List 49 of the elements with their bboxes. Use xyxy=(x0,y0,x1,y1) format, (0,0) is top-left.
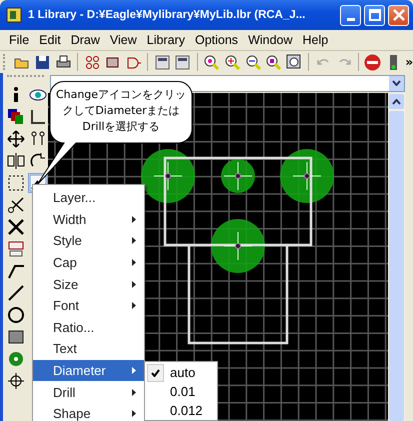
context-menu-item[interactable]: Drill xyxy=(33,381,144,403)
line-icon[interactable] xyxy=(6,283,26,303)
menu-item[interactable]: Edit xyxy=(34,33,66,47)
submenu-item[interactable]: 0.012 xyxy=(147,401,217,420)
menu-item[interactable]: Library xyxy=(142,33,190,47)
maximize-icon xyxy=(368,9,380,21)
menu-item[interactable]: View xyxy=(104,33,142,47)
menu-item[interactable]: File xyxy=(4,33,34,47)
delete-icon[interactable] xyxy=(6,217,26,237)
context-menu-item[interactable]: Size xyxy=(33,273,144,295)
context-menu-item[interactable]: Diameter xyxy=(33,360,144,382)
caret-icon xyxy=(392,80,401,86)
context-menu-item[interactable]: Style xyxy=(33,230,144,252)
close-button[interactable] xyxy=(388,4,409,26)
context-menu-item[interactable]: Font xyxy=(33,294,144,317)
zoom-in-icon[interactable] xyxy=(224,53,242,71)
submenu-item[interactable]: auto xyxy=(147,363,217,382)
context-menu-item[interactable]: Text xyxy=(33,338,144,360)
window-title: 1 Library - D:¥Eagle¥Mylibrary¥MyLib.lbr (RCA_J... xyxy=(28,9,306,21)
scissors-icon[interactable] xyxy=(6,195,26,215)
dropdown-button[interactable] xyxy=(389,76,404,90)
pad-icon[interactable] xyxy=(6,349,26,369)
layers-icon[interactable] xyxy=(6,107,26,127)
context-menu-item[interactable]: Shape xyxy=(33,402,144,421)
scroll-bar[interactable] xyxy=(388,93,405,421)
maximize-button[interactable] xyxy=(364,4,385,26)
menu-item[interactable]: Window xyxy=(243,33,298,47)
menu-item[interactable]: Draw xyxy=(66,33,105,47)
scroll-up-icon xyxy=(392,98,401,104)
mirror-icon[interactable] xyxy=(6,151,26,171)
toolbar-overflow-button[interactable]: » xyxy=(405,55,413,69)
context-menu-item[interactable]: Width xyxy=(33,208,144,230)
context-menu-item[interactable]: Cap xyxy=(33,252,144,274)
minimize-button[interactable] xyxy=(340,4,361,26)
app-icon xyxy=(6,7,22,23)
menu-item[interactable]: Help xyxy=(298,33,334,47)
menu-item[interactable]: Options xyxy=(190,33,244,47)
minimize-icon xyxy=(346,18,354,20)
origin-icon[interactable] xyxy=(6,371,26,391)
circle-icon[interactable] xyxy=(6,305,26,325)
submenu-item[interactable]: 0.01 xyxy=(147,382,217,401)
group-icon[interactable] xyxy=(6,173,26,193)
context-menu-item[interactable]: Ratio... xyxy=(33,316,144,338)
save-icon[interactable] xyxy=(34,53,52,71)
context-menu-item[interactable]: Layer... xyxy=(33,187,144,209)
move-icon[interactable] xyxy=(6,129,26,149)
close-icon xyxy=(392,9,404,21)
stop-icon[interactable] xyxy=(364,53,382,71)
zoom-out-icon[interactable] xyxy=(244,53,262,71)
